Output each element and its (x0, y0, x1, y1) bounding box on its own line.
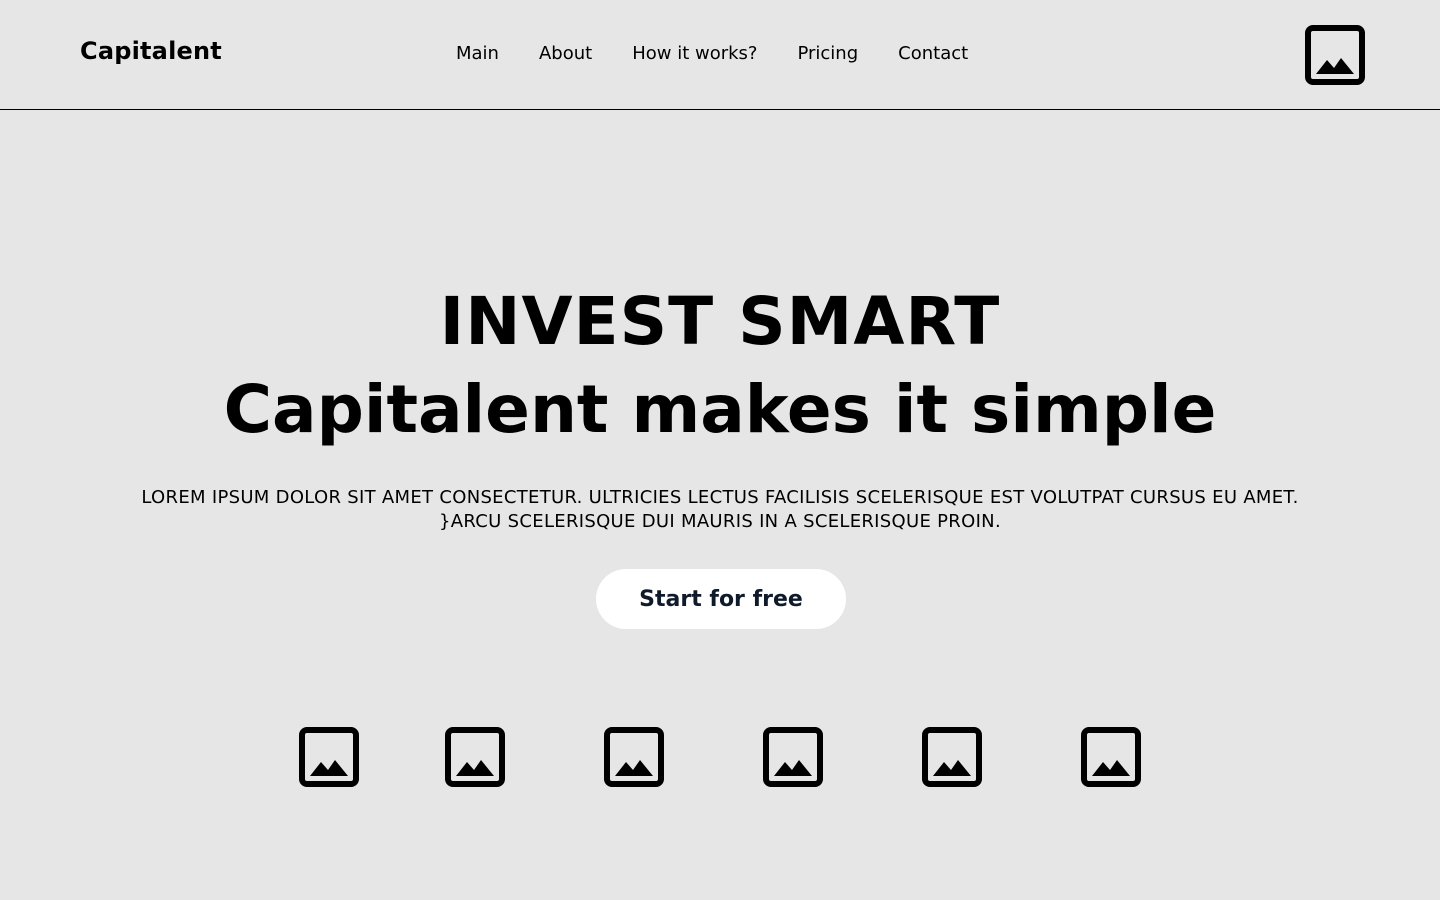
image-placeholder-icon[interactable] (1305, 25, 1365, 85)
image-placeholder-icon (604, 727, 664, 787)
nav-link-about[interactable]: About (539, 43, 592, 64)
landing-page: Capitalent Main About How it works? Pric… (0, 0, 1440, 900)
nav-link-main[interactable]: Main (456, 43, 499, 64)
hero-description: LOREM IPSUM DOLOR SIT AMET CONSECTETUR. … (40, 486, 1400, 534)
hero-title: INVEST SMART Capitalent makes it simple (0, 278, 1440, 454)
nav-link-contact[interactable]: Contact (898, 43, 968, 64)
hero-description-line-1: LOREM IPSUM DOLOR SIT AMET CONSECTETUR. … (141, 487, 1299, 508)
nav-link-pricing[interactable]: Pricing (797, 43, 858, 64)
image-placeholder-icon (763, 727, 823, 787)
brand-logo[interactable]: Capitalent (80, 37, 222, 65)
hero-description-line-2: }ARCU SCELERISQUE DUI MAURIS IN A SCELER… (439, 511, 1001, 532)
image-placeholder-icon (299, 727, 359, 787)
image-placeholder-icon (445, 727, 505, 787)
image-placeholder-icon (922, 727, 982, 787)
image-placeholder-icon (1081, 727, 1141, 787)
main-nav: Main About How it works? Pricing Contact (456, 43, 968, 64)
start-for-free-button[interactable]: Start for free (596, 569, 846, 629)
nav-link-how-it-works[interactable]: How it works? (632, 43, 757, 64)
site-header: Capitalent Main About How it works? Pric… (0, 0, 1440, 110)
hero-title-line-1: INVEST SMART (439, 283, 1001, 360)
hero-title-line-2: Capitalent makes it simple (223, 371, 1217, 448)
